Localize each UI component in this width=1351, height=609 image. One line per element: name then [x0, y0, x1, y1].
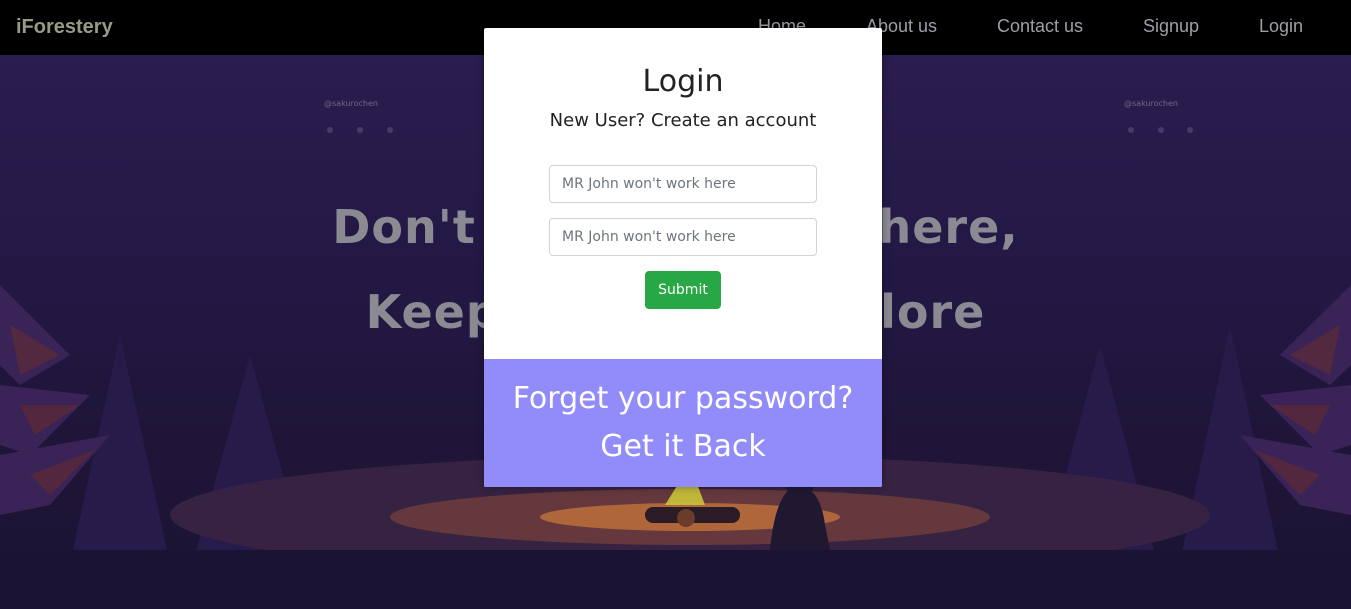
watermark-left: @sakurochen: [324, 99, 378, 108]
nav-link-signup[interactable]: Signup: [1143, 16, 1199, 37]
submit-button[interactable]: Submit: [645, 271, 721, 309]
get-it-back-link[interactable]: Get it Back: [484, 429, 882, 464]
forgot-password-panel[interactable]: Forget your password? Get it Back: [484, 359, 882, 487]
forgot-password-text: Forget your password?: [512, 381, 854, 416]
nav-link-login[interactable]: Login: [1259, 16, 1303, 37]
create-account-link[interactable]: New User? Create an account: [484, 110, 882, 131]
login-modal: Login New User? Create an account Submit…: [484, 28, 882, 487]
password-input[interactable]: [549, 218, 817, 256]
modal-title: Login: [642, 64, 724, 99]
watermark-right: @sakurochen: [1124, 99, 1178, 108]
brand-logo[interactable]: iForestery: [16, 16, 113, 39]
username-input[interactable]: [549, 165, 817, 203]
nav-link-contact[interactable]: Contact us: [997, 16, 1083, 37]
